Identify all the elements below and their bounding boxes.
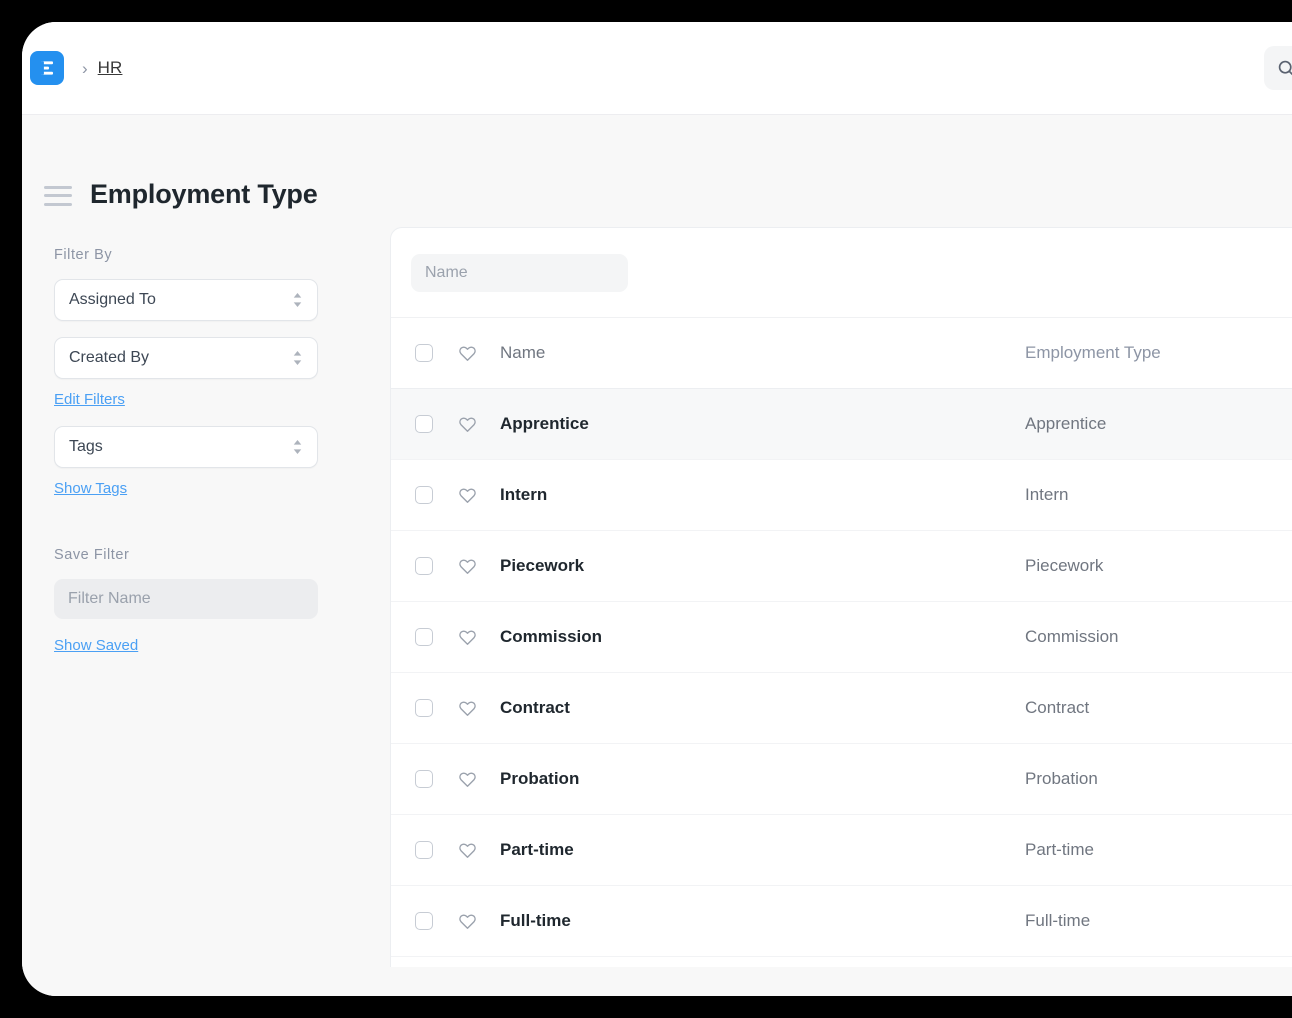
heart-icon[interactable] — [458, 628, 477, 647]
chevron-updown-icon — [293, 440, 302, 454]
row-employment-type: Part-time — [1025, 840, 1094, 859]
page-header: Employment Type — [22, 115, 1292, 227]
row-name[interactable]: Apprentice — [500, 414, 1025, 434]
filter-select-assigned-to-label: Assigned To — [69, 291, 156, 308]
table-row[interactable]: Full-time Full-time — [391, 886, 1292, 957]
filter-select-created-by-label: Created By — [69, 349, 150, 366]
show-tags-link[interactable]: Show Tags — [54, 480, 367, 497]
row-employment-type: Apprentice — [1025, 414, 1107, 433]
table-row[interactable]: Piecework Piecework — [391, 531, 1292, 602]
row-checkbox[interactable] — [415, 557, 433, 575]
list-card: Name Employment Type ApprenticeApprentic… — [390, 227, 1292, 967]
edit-filters-link[interactable]: Edit Filters — [54, 391, 367, 408]
heart-icon[interactable] — [458, 557, 477, 576]
row-checkbox[interactable] — [415, 841, 433, 859]
content-area: Filter By Assigned To Created By Edit Fi… — [22, 227, 1292, 967]
search-icon[interactable] — [1264, 46, 1292, 90]
heart-icon[interactable] — [458, 841, 477, 860]
filter-select-tags-label: Tags — [69, 438, 103, 455]
column-header-name[interactable]: Name — [500, 343, 1025, 363]
table-row[interactable]: Part-time Part-time — [391, 815, 1292, 886]
show-saved-link[interactable]: Show Saved — [54, 637, 367, 654]
select-all-checkbox[interactable] — [415, 344, 433, 362]
table-row[interactable]: Probation Probation — [391, 744, 1292, 815]
app-window: › HR Employment Type Filter By Assigned … — [22, 22, 1292, 996]
top-navbar: › HR — [22, 22, 1292, 115]
breadcrumb: › HR — [30, 51, 122, 85]
row-name[interactable]: Probation — [500, 769, 1025, 789]
heart-icon[interactable] — [458, 699, 477, 718]
column-header-employment-type[interactable]: Employment Type — [1025, 343, 1292, 363]
chevron-updown-icon — [293, 351, 302, 365]
row-employment-type: Piecework — [1025, 556, 1104, 575]
row-name[interactable]: Part-time — [500, 840, 1025, 860]
row-name[interactable]: Full-time — [500, 911, 1025, 931]
row-name[interactable]: Commission — [500, 627, 1025, 647]
row-name[interactable]: Intern — [500, 485, 1025, 505]
row-employment-type: Full-time — [1025, 911, 1091, 930]
row-checkbox[interactable] — [415, 699, 433, 717]
chevron-updown-icon — [293, 293, 302, 307]
page-body: Employment Type Filter By Assigned To Cr… — [22, 115, 1292, 996]
hamburger-menu-icon[interactable] — [44, 185, 72, 206]
filter-select-created-by[interactable]: Created By — [54, 337, 318, 379]
heart-icon[interactable] — [458, 344, 477, 363]
heart-icon[interactable] — [458, 770, 477, 789]
row-employment-type: Commission — [1025, 627, 1119, 646]
row-name[interactable]: Piecework — [500, 556, 1025, 576]
navbar-actions — [1264, 46, 1292, 90]
filter-name-input[interactable] — [54, 579, 318, 619]
row-checkbox[interactable] — [415, 912, 433, 930]
breadcrumb-item-hr[interactable]: HR — [98, 58, 123, 78]
table-row[interactable]: Commission Commission — [391, 602, 1292, 673]
row-checkbox[interactable] — [415, 486, 433, 504]
heart-icon[interactable] — [458, 486, 477, 505]
name-filter-input[interactable] — [411, 253, 628, 292]
row-employment-type: Probation — [1025, 769, 1098, 788]
save-filter-heading: Save Filter — [54, 547, 130, 563]
row-checkbox[interactable] — [415, 415, 433, 433]
heart-icon[interactable] — [458, 415, 477, 434]
list-rows: Apprentice Apprentice Intern Intern Piecewor… — [391, 389, 1292, 957]
list-header-row: Name Employment Type — [391, 318, 1292, 389]
heart-icon[interactable] — [458, 912, 477, 931]
table-row[interactable]: Contract Contract — [391, 673, 1292, 744]
table-row[interactable]: Apprentice Apprentice — [391, 389, 1292, 460]
row-checkbox[interactable] — [415, 770, 433, 788]
filter-select-assigned-to[interactable]: Assigned To — [54, 279, 318, 321]
row-checkbox[interactable] — [415, 628, 433, 646]
table-row[interactable]: Intern Intern — [391, 460, 1292, 531]
list-filter-bar — [391, 228, 1292, 318]
page-title: Employment Type — [90, 179, 318, 209]
breadcrumb-separator-icon: › — [82, 58, 88, 78]
row-employment-type: Contract — [1025, 698, 1090, 717]
row-name[interactable]: Contract — [500, 698, 1025, 718]
erpnext-logo-icon[interactable] — [30, 51, 64, 85]
filter-select-tags[interactable]: Tags — [54, 426, 318, 468]
filter-by-heading: Filter By — [54, 247, 113, 263]
filter-sidebar: Filter By Assigned To Created By Edit Fi… — [22, 227, 367, 672]
row-employment-type: Intern — [1025, 485, 1069, 504]
